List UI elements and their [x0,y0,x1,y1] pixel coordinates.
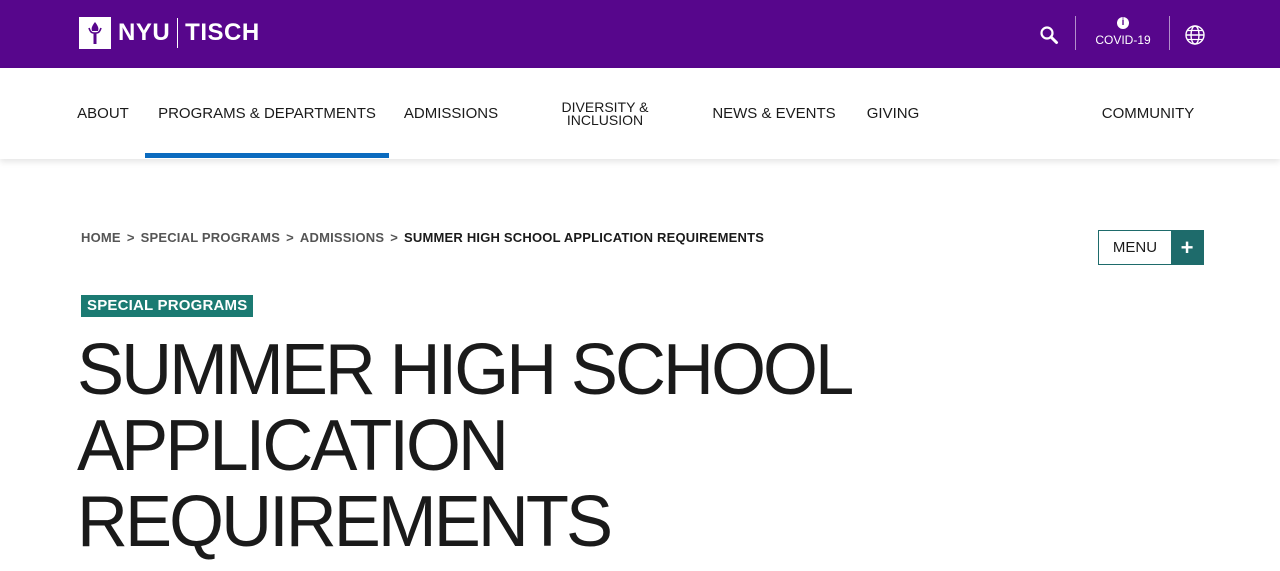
breadcrumb-current: SUMMER HIGH SCHOOL APPLICATION REQUIREME… [404,230,765,245]
nav-item-community[interactable]: COMMUNITY [1092,68,1204,159]
covid-19-link[interactable]: i COVID-19 [1088,17,1158,51]
plus-icon: + [1171,231,1203,264]
covid-label: COVID-19 [1095,33,1151,47]
main-navigation: ABOUT PROGRAMS & DEPARTMENTS ADMISSIONS … [0,68,1280,159]
logo-nyu-text: NYU [118,19,171,46]
top-bar: NYU TISCH i COVID-19 [0,0,1280,68]
nav-item-diversity-inclusion[interactable]: DIVERSITY & INCLUSION [546,68,664,159]
logo-tisch-text: TISCH [185,19,260,46]
page-title: SUMMER HIGH SCHOOL APPLICATION REQUIREME… [77,332,959,560]
breadcrumb: HOME > SPECIAL PROGRAMS > ADMISSIONS > SUMMER … [81,230,764,245]
breadcrumb-separator: > [126,230,135,245]
section-tag[interactable]: SPECIAL PROGRAMS [81,295,254,317]
search-icon[interactable] [1036,22,1062,48]
logo-divider [177,18,179,48]
breadcrumb-home[interactable]: HOME [81,230,121,245]
menu-label: MENU [1112,239,1158,256]
utility-divider [1075,16,1076,50]
utility-divider [1169,16,1170,50]
globe-icon[interactable] [1184,24,1208,48]
nav-item-giving[interactable]: GIVING [860,68,926,159]
page-title-line: APPLICATION [77,406,509,486]
nav-item-label: INCLUSION [566,111,644,128]
nyu-tisch-logo[interactable]: NYU TISCH [79,17,260,49]
nav-item-admissions[interactable]: ADMISSIONS [396,68,506,159]
nav-item-programs-departments[interactable]: PROGRAMS & DEPARTMENTS [150,68,384,159]
nav-item-about[interactable]: ABOUT [70,68,136,159]
breadcrumb-separator: > [390,230,399,245]
section-menu-button[interactable]: MENU + [1098,230,1204,265]
torch-icon [79,17,111,49]
page-title-line: SUMMER HIGH SCHOOL [77,330,854,410]
nav-item-news-events[interactable]: NEWS & EVENTS [704,68,844,159]
info-icon: i [1117,17,1129,29]
nav-active-indicator [145,153,389,158]
breadcrumb-admissions[interactable]: ADMISSIONS [300,230,384,245]
breadcrumb-separator: > [286,230,294,245]
breadcrumb-special-programs[interactable]: SPECIAL PROGRAMS [141,230,280,245]
page-title-line: REQUIREMENTS [77,482,613,562]
